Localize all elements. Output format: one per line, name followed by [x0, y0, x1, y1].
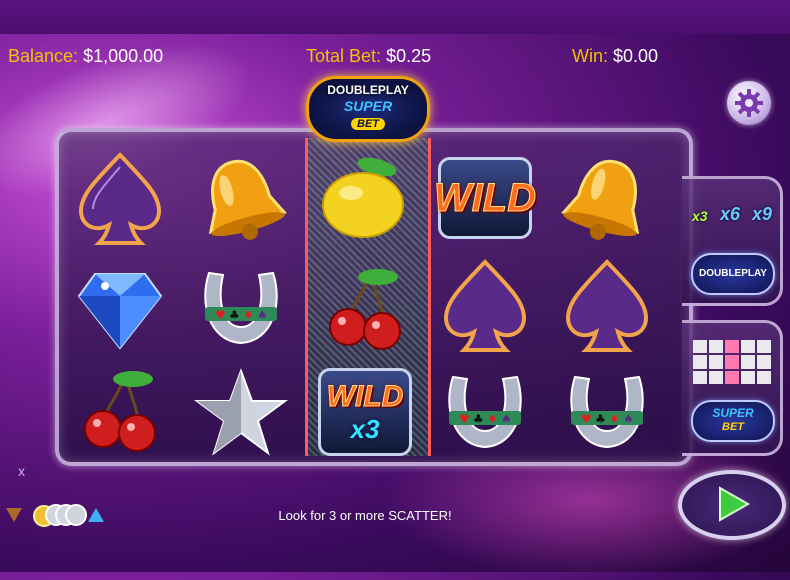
status-message: Look for 3 or more SCATTER!: [278, 508, 452, 523]
balance-label: Balance:: [8, 46, 79, 66]
logo-line-doubleplay: DOUBLEPLAY: [327, 83, 409, 97]
wild-badge: WILD: [433, 157, 537, 239]
horseshoe-icon: ♥ ♣ ♦ ♠: [448, 375, 522, 449]
balance-value: $1,000.00: [83, 46, 164, 66]
symbol-cherry: [65, 360, 175, 460]
logo-line-super: SUPER: [343, 98, 393, 114]
symbol-spade: [65, 148, 175, 248]
svg-text:♣: ♣: [473, 412, 484, 426]
wild-multiplier-text: x3: [350, 413, 380, 444]
spade-icon: [78, 151, 162, 245]
symbol-bell: [552, 148, 662, 248]
svg-text:♠: ♠: [623, 412, 634, 426]
diamond-icon: [77, 272, 163, 350]
horseshoe-icon: ♥ ♣ ♦ ♠: [204, 271, 278, 345]
wild-text: WILD: [433, 175, 537, 220]
symbol-bell: [186, 148, 296, 248]
multiplier-x9: x9: [752, 204, 773, 224]
total-bet-value: $0.25: [386, 46, 432, 66]
multiplier-x6: x6: [720, 204, 741, 224]
cherry-icon: [84, 371, 156, 452]
cherry-icon: [329, 269, 401, 350]
symbol-horseshoe: ♥ ♣ ♦ ♠: [186, 258, 296, 358]
horseshoe-icon: ♥ ♣ ♦ ♠: [570, 375, 644, 449]
wild-x3-badge: WILD x3: [318, 368, 412, 456]
symbol-wild: WILD: [430, 148, 540, 248]
svg-text:♥: ♥: [459, 412, 470, 426]
symbol-lemon: [310, 148, 420, 248]
svg-text:♦: ♦: [243, 308, 254, 322]
symbol-cherry: [310, 258, 420, 358]
game-logo: DOUBLEPLAY SUPER BET: [306, 76, 430, 142]
multiplier-x3: x3: [692, 208, 708, 224]
spade-icon: [565, 258, 649, 352]
star-icon: [193, 368, 289, 456]
svg-text:♦: ♦: [487, 412, 498, 426]
superbet-button[interactable]: SUPER BET: [691, 400, 775, 442]
top-bar: [0, 0, 790, 34]
balance-display: Balance: $1,000.00: [8, 46, 163, 67]
spade-icon: [443, 258, 527, 352]
win-label: Win:: [572, 46, 608, 66]
spin-button[interactable]: [678, 470, 786, 540]
superbet-line1: SUPER: [712, 406, 754, 420]
win-display: Win: $0.00: [572, 46, 658, 67]
symbol-wild-multiplier: WILD x3: [310, 362, 420, 462]
paylines-grid-icon[interactable]: [693, 340, 771, 384]
svg-text:♣: ♣: [229, 308, 240, 322]
total-bet-display: Total Bet: $0.25: [306, 46, 431, 67]
doubleplay-button[interactable]: DOUBLEPLAY: [691, 253, 775, 295]
logo-line-bet: BET: [351, 118, 385, 130]
svg-text:♥: ♥: [215, 308, 226, 322]
symbol-spade: [552, 255, 662, 355]
total-bet-label: Total Bet:: [306, 46, 382, 66]
wild-text: WILD: [326, 379, 404, 413]
symbol-star: [186, 362, 296, 462]
symbol-diamond: [65, 258, 175, 358]
svg-text:♥: ♥: [581, 412, 592, 426]
svg-text:♠: ♠: [501, 412, 512, 426]
bell-icon: [208, 159, 287, 240]
doubleplay-label: DOUBLEPLAY: [699, 268, 767, 279]
close-icon[interactable]: x: [18, 463, 25, 479]
lemon-icon: [322, 157, 404, 238]
symbol-spade: [430, 255, 540, 355]
settings-button[interactable]: [727, 81, 771, 125]
symbol-horseshoe: ♥ ♣ ♦ ♠: [430, 362, 540, 462]
gear-icon: [735, 89, 763, 117]
bell-icon: [561, 159, 640, 240]
svg-text:♣: ♣: [595, 412, 606, 426]
win-value: $0.00: [613, 46, 659, 66]
symbol-horseshoe: ♥ ♣ ♦ ♠: [552, 362, 662, 462]
svg-text:♦: ♦: [609, 412, 620, 426]
superbet-line2: BET: [722, 421, 744, 433]
svg-text:♠: ♠: [257, 308, 268, 322]
